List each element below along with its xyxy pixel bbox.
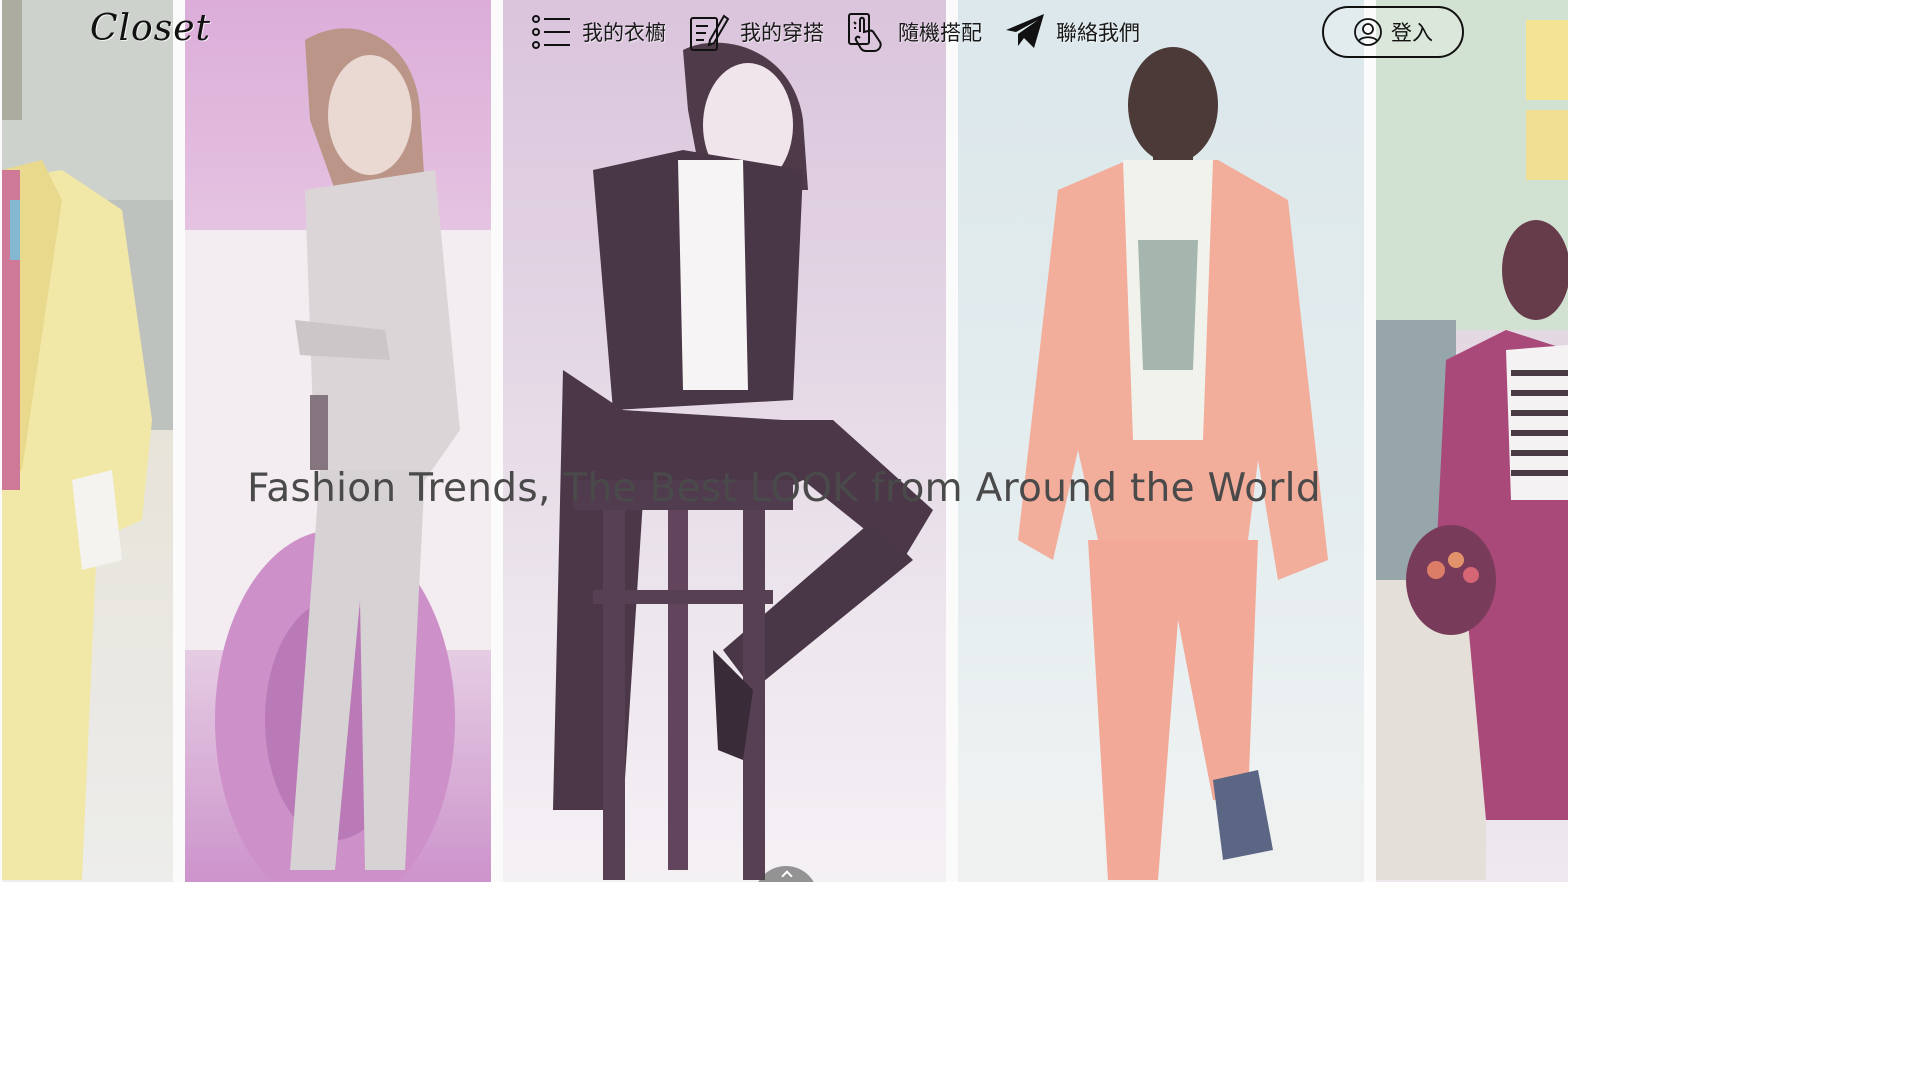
main-nav: 我的衣櫥 我的穿搭 隨機搭配 聯絡我們 <box>530 8 1140 56</box>
yellow-suit-photo <box>2 0 173 882</box>
landing-page: Closet 我的衣櫥 我的穿搭 隨機搭配 聯絡我們 登入 Fashion Tr… <box>0 0 1568 882</box>
chevron-up-icon <box>781 870 793 882</box>
paper-plane-icon <box>1004 12 1046 52</box>
peach-suit-photo <box>958 0 1364 882</box>
nav-label: 我的穿搭 <box>740 21 824 45</box>
nav-random-match[interactable]: 隨機搭配 <box>846 12 982 52</box>
login-label: 登入 <box>1391 21 1433 45</box>
nav-label: 隨機搭配 <box>898 21 982 45</box>
hero-tagline: Fashion Trends, The Best LOOK from Aroun… <box>247 466 1321 511</box>
list-icon <box>530 12 572 52</box>
nav-my-closet[interactable]: 我的衣櫥 <box>530 12 666 52</box>
site-logo[interactable]: Closet <box>90 8 211 49</box>
edit-note-icon <box>688 12 730 52</box>
street-style-photo <box>1376 0 1568 882</box>
grey-suit-photo <box>185 0 491 882</box>
nav-my-outfits[interactable]: 我的穿搭 <box>688 12 824 52</box>
nav-contact-us[interactable]: 聯絡我們 <box>1004 12 1140 52</box>
tap-hand-icon <box>846 12 888 52</box>
login-button[interactable]: 登入 <box>1322 6 1464 58</box>
black-suit-stool-photo <box>503 0 946 882</box>
nav-label: 聯絡我們 <box>1056 21 1140 45</box>
user-circle-icon <box>1353 17 1383 47</box>
nav-label: 我的衣櫥 <box>582 21 666 45</box>
